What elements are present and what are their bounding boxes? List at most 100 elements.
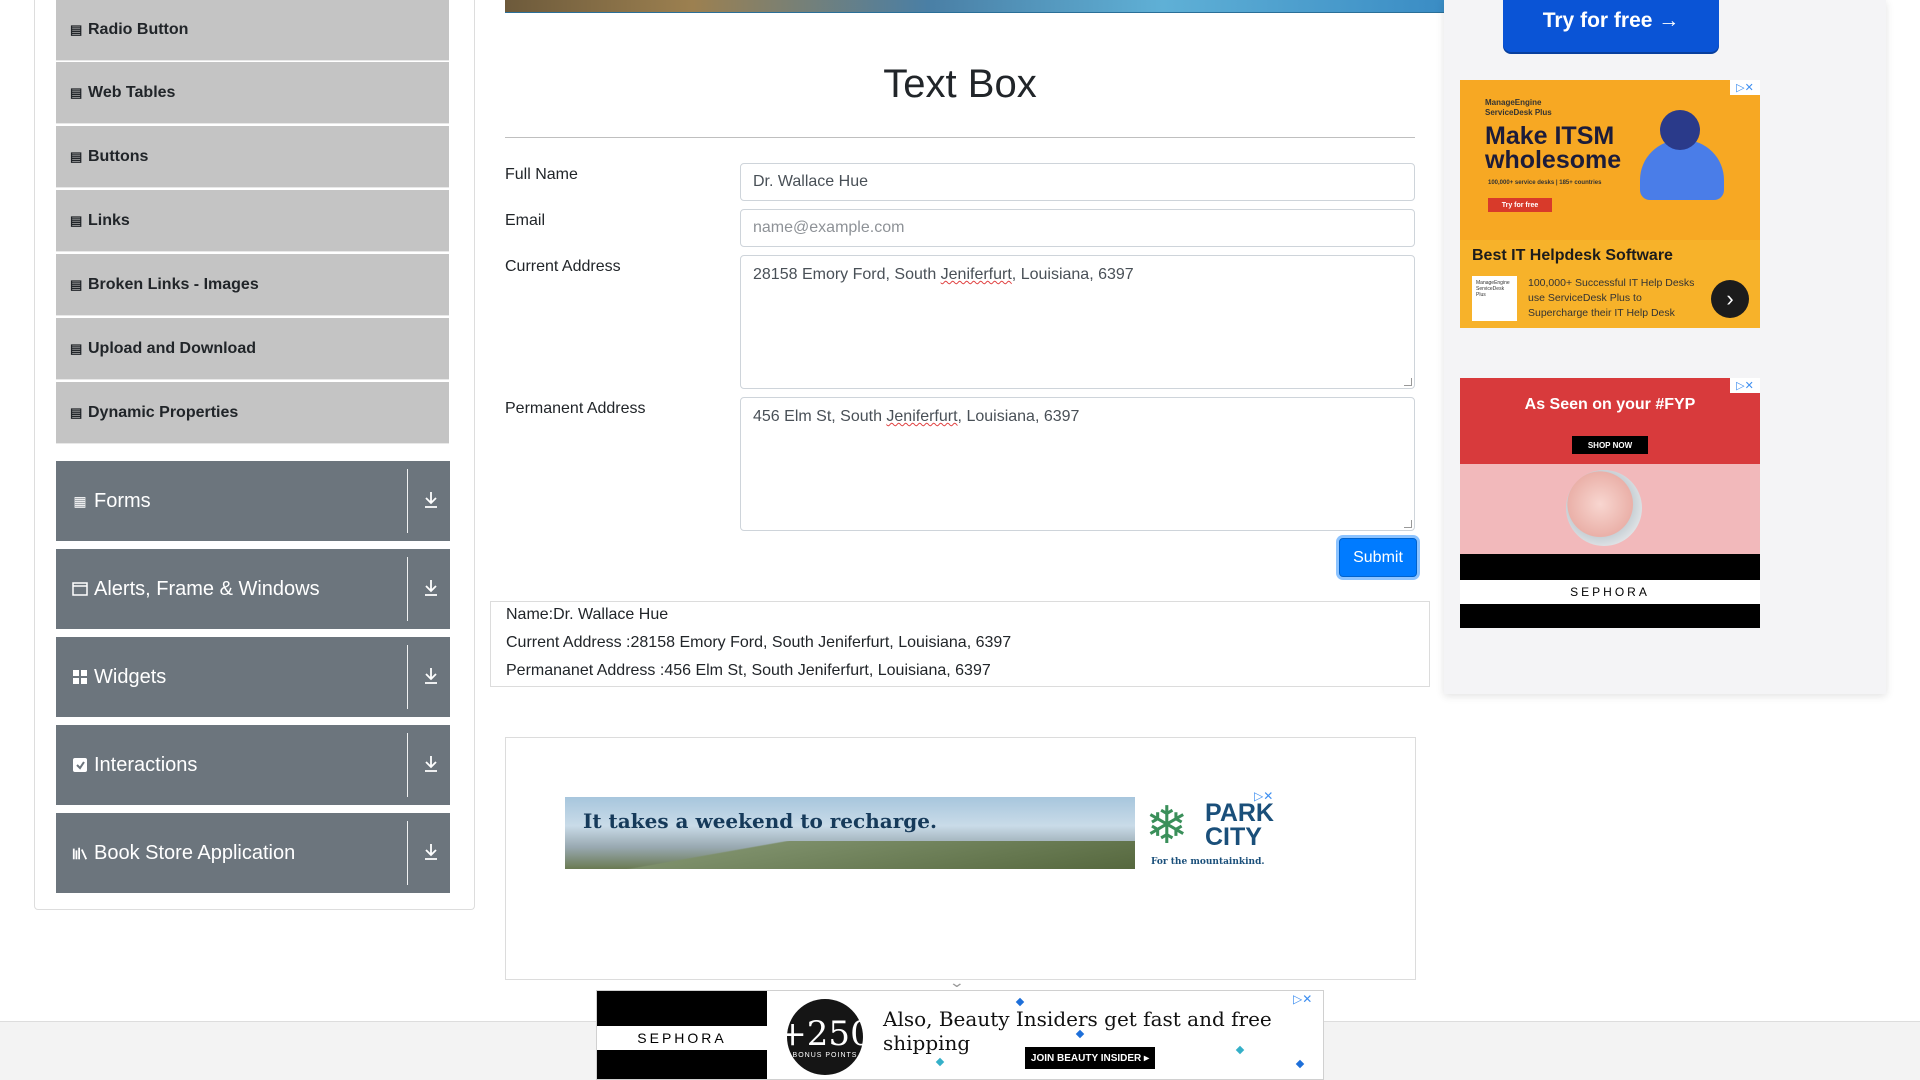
sidebar-item-web-tables[interactable]: ▤ Web Tables bbox=[56, 62, 449, 124]
ad-brand: PARK CITY bbox=[1205, 799, 1274, 851]
email-placeholder: name@example.com bbox=[753, 219, 905, 236]
group-divider bbox=[407, 469, 408, 533]
chevron-right-icon[interactable]: › bbox=[1711, 280, 1749, 318]
output-permanent-address: Permananet Address :456 Elm St, South Je… bbox=[506, 662, 991, 679]
document-icon: ▤ bbox=[70, 148, 83, 164]
sephora-side-ad[interactable]: As Seen on your #FYP SHOP NOW SEPHORA bbox=[1460, 378, 1760, 628]
bonus-number: +250 bbox=[778, 1013, 872, 1054]
park-city-logo[interactable]: ❄ PARK CITY For the mountainkind. bbox=[1143, 797, 1274, 869]
shop-now-button[interactable]: SHOP NOW bbox=[1572, 436, 1648, 454]
sephora-bottom-ad[interactable]: SEPHORA +250 BONUS POINTS Also, Beauty I… bbox=[596, 990, 1324, 1080]
chevron-down-icon[interactable]: ⌄ bbox=[949, 974, 965, 991]
group-header-interactions[interactable]: Interactions bbox=[56, 725, 450, 805]
window-icon bbox=[72, 581, 88, 597]
group-divider bbox=[407, 733, 408, 797]
permanent-address-label: Permanent Address bbox=[505, 400, 646, 417]
confetti-decoration bbox=[1295, 1059, 1305, 1069]
submit-button[interactable]: Submit bbox=[1339, 538, 1417, 577]
sidebar-item-label: Buttons bbox=[88, 147, 149, 165]
title-divider bbox=[505, 137, 1415, 138]
snowflake-icon: ❄ bbox=[1145, 797, 1189, 855]
permanent-address-textarea[interactable]: 456 Elm St, South Jeniferfurt, Louisiana… bbox=[740, 397, 1415, 531]
sidebar-item-links[interactable]: ▤ Links bbox=[56, 190, 449, 252]
confetti-decoration bbox=[935, 1057, 945, 1067]
group-label: Interactions bbox=[94, 753, 198, 776]
sidebar-item-buttons[interactable]: ▤ Buttons bbox=[56, 126, 449, 188]
widgets-icon bbox=[72, 669, 88, 685]
try-for-free-button[interactable]: Try for free → bbox=[1503, 0, 1719, 52]
group-header-book-store[interactable]: Book Store Application bbox=[56, 813, 450, 893]
full-name-input[interactable]: Dr. Wallace Hue bbox=[740, 163, 1415, 201]
bonus-label: BONUS POINTS bbox=[792, 1051, 858, 1059]
download-icon[interactable] bbox=[422, 577, 440, 599]
ad-subhead: Best IT Helpdesk Software bbox=[1472, 247, 1673, 264]
park-city-ad-banner[interactable]: It takes a weekend to recharge. bbox=[565, 797, 1135, 869]
adchoices-icon[interactable]: ▷✕ bbox=[1730, 80, 1760, 95]
download-icon[interactable] bbox=[422, 665, 440, 687]
spellcheck-word: Jeniferfurt bbox=[886, 408, 958, 425]
group-divider bbox=[407, 821, 408, 885]
group-label: Widgets bbox=[94, 665, 167, 688]
group-header-alerts[interactable]: Alerts, Frame & Windows bbox=[56, 549, 450, 629]
adchoices-icon[interactable]: ▷✕ bbox=[1254, 789, 1273, 803]
sidebar-item-label: Links bbox=[88, 211, 130, 229]
sidebar-item-label: Dynamic Properties bbox=[88, 403, 239, 421]
adchoices-icon[interactable]: ▷✕ bbox=[1730, 378, 1760, 393]
ad-tagline: For the mountainkind. bbox=[1151, 857, 1265, 867]
output-name: Name:Dr. Wallace Hue bbox=[506, 606, 669, 623]
spellcheck-word: Jeniferfurt bbox=[940, 266, 1012, 283]
download-icon[interactable] bbox=[422, 841, 440, 863]
group-header-widgets[interactable]: Widgets bbox=[56, 637, 450, 717]
output-current-address: Current Address :28158 Emory Ford, South… bbox=[506, 634, 1012, 651]
ad-brand: SEPHORA bbox=[597, 1026, 767, 1050]
ad-stats: 100,000+ service desks | 185+ countries bbox=[1488, 180, 1602, 186]
email-input[interactable]: name@example.com bbox=[740, 209, 1415, 247]
manageengine-ad[interactable]: ManageEngine ServiceDesk Plus Make ITSM w… bbox=[1460, 80, 1760, 328]
current-address-textarea[interactable]: 28158 Emory Ford, South Jeniferfurt, Lou… bbox=[740, 255, 1415, 389]
sidebar-item-label: Web Tables bbox=[88, 83, 176, 101]
page-root: ▤ Radio Button ▤ Web Tables ▤ Buttons ▤ … bbox=[0, 0, 1920, 1080]
resize-handle[interactable] bbox=[1404, 378, 1412, 386]
group-divider bbox=[407, 557, 408, 621]
group-divider bbox=[407, 645, 408, 709]
forms-icon: ▦ bbox=[73, 492, 87, 509]
ad-left-panel: SEPHORA bbox=[597, 991, 767, 1079]
current-address-label: Current Address bbox=[505, 258, 621, 275]
sidebar-item-upload-download[interactable]: ▤ Upload and Download bbox=[56, 318, 449, 380]
full-name-value: Dr. Wallace Hue bbox=[753, 173, 868, 190]
sidebar-item-dynamic-properties[interactable]: ▤ Dynamic Properties bbox=[56, 382, 449, 444]
full-name-label: Full Name bbox=[505, 166, 578, 183]
ad-try-button[interactable]: Try for free bbox=[1488, 198, 1552, 212]
document-icon: ▤ bbox=[70, 404, 83, 420]
page-title: Text Box bbox=[883, 62, 1037, 106]
resize-handle[interactable] bbox=[1404, 520, 1412, 528]
banner-image bbox=[505, 0, 1445, 13]
illustration-head bbox=[1660, 110, 1700, 150]
books-icon bbox=[72, 845, 88, 861]
product-image bbox=[1566, 470, 1642, 546]
group-header-forms[interactable]: ▦ Forms bbox=[56, 461, 450, 541]
mountain-graphic bbox=[565, 841, 1135, 869]
download-icon[interactable] bbox=[422, 753, 440, 775]
join-button[interactable]: JOIN BEAUTY INSIDER ▸ bbox=[1025, 1047, 1155, 1069]
interactions-icon bbox=[72, 757, 88, 773]
download-icon[interactable] bbox=[422, 489, 440, 511]
adchoices-icon[interactable]: ▷✕ bbox=[1293, 992, 1312, 1006]
sidebar-item-broken-links[interactable]: ▤ Broken Links - Images bbox=[56, 254, 449, 316]
sidebar-item-label: Radio Button bbox=[88, 20, 189, 38]
document-icon: ▤ bbox=[70, 84, 83, 100]
ad-headline: Make ITSM wholesome bbox=[1485, 122, 1622, 174]
email-label: Email bbox=[505, 212, 546, 229]
group-label: Book Store Application bbox=[94, 841, 296, 864]
document-icon: ▤ bbox=[70, 212, 83, 228]
output-panel: Name:Dr. Wallace Hue Current Address :28… bbox=[490, 601, 1430, 687]
bonus-badge: +250 BONUS POINTS bbox=[778, 999, 872, 1075]
document-icon: ▤ bbox=[70, 21, 83, 37]
ad-logo: ManageEngine ServiceDesk Plus bbox=[1472, 276, 1517, 321]
ad-slogan: It takes a weekend to recharge. bbox=[583, 809, 937, 833]
current-address-text: 28158 Emory Ford, South Jeniferfurt, Lou… bbox=[753, 266, 1134, 283]
group-label: Alerts, Frame & Windows bbox=[94, 577, 320, 600]
ad-headline: As Seen on your #FYP bbox=[1524, 396, 1696, 413]
ad-brand: SEPHORA bbox=[1460, 580, 1760, 604]
sidebar-item-radio-button[interactable]: ▤ Radio Button bbox=[56, 0, 449, 61]
